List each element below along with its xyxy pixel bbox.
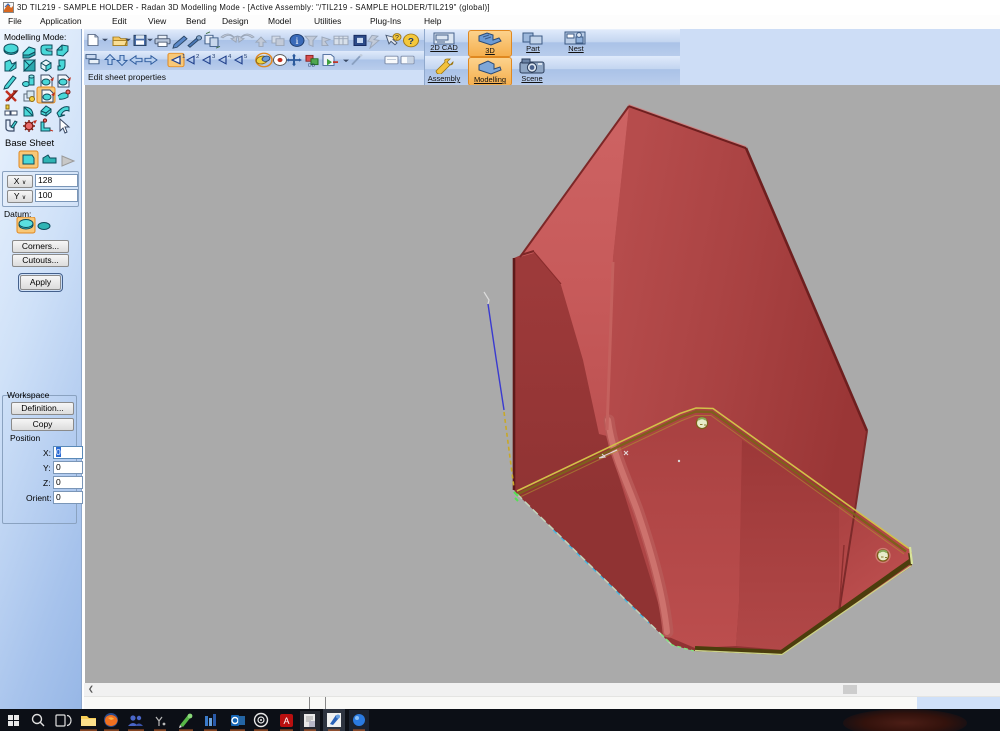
svg-text:?: ?	[395, 35, 399, 41]
svg-text:4: 4	[228, 54, 231, 59]
svg-text:?: ?	[408, 36, 414, 45]
svg-text:i: i	[295, 36, 298, 46]
svg-text:1: 1	[182, 54, 185, 59]
svg-text:2: 2	[196, 54, 199, 59]
svg-text:A: A	[283, 716, 289, 726]
svg-text:DB: DB	[308, 63, 315, 68]
svg-text:5: 5	[244, 54, 247, 59]
svg-text:3: 3	[212, 54, 215, 59]
